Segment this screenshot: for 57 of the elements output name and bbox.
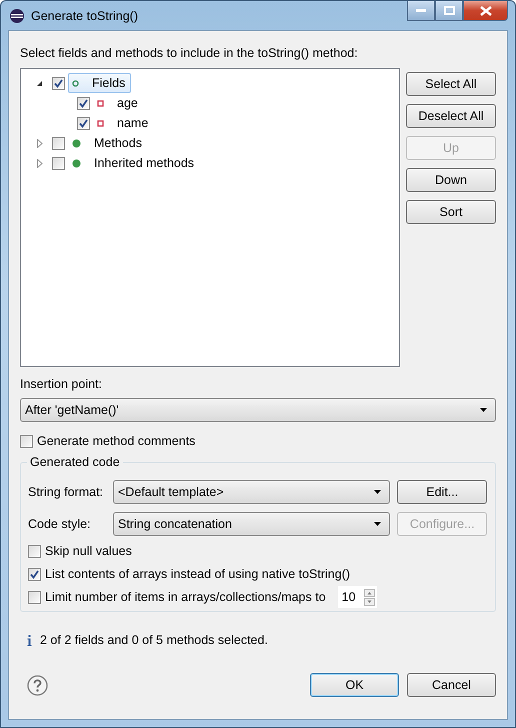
checkbox-label: Skip null values	[45, 544, 132, 558]
tree-item[interactable]: Inherited methods	[68, 153, 200, 173]
dropdown[interactable]: String concatenation	[113, 512, 390, 536]
checkbox-label: Generate method comments	[37, 434, 196, 448]
checkbox[interactable]	[52, 76, 65, 90]
tree-item[interactable]: Methods	[68, 133, 148, 153]
close-icon	[480, 6, 492, 16]
checkbox[interactable]	[28, 568, 41, 580]
maximize-icon	[444, 6, 454, 15]
field-label: String format:	[28, 485, 104, 499]
side-button[interactable]: Select All	[406, 72, 496, 96]
caret-icon	[480, 408, 487, 412]
tree-item[interactable]: Fields	[68, 73, 132, 93]
group-title: Generated code	[27, 455, 123, 469]
checkbox[interactable]	[20, 434, 33, 448]
checkbox[interactable]	[77, 116, 90, 130]
field-label: Code style:	[28, 517, 92, 531]
expand-icon[interactable]	[36, 138, 42, 148]
status-message: 2 of 2 fields and 0 of 5 methods selected.	[40, 633, 268, 647]
info-icon	[27, 634, 32, 646]
instruction-label: Select fields and methods to include in the toString() method:	[20, 46, 359, 62]
dialog-button[interactable]: Cancel	[407, 673, 496, 697]
collapse-icon[interactable]	[36, 80, 43, 86]
number-spinner[interactable]: 10	[338, 586, 377, 608]
checkbox[interactable]	[52, 136, 65, 150]
checkbox[interactable]	[28, 590, 41, 604]
checkbox[interactable]	[77, 96, 90, 110]
checkbox[interactable]	[28, 544, 41, 558]
method-icon	[72, 158, 81, 168]
dialog-button[interactable]: OK	[310, 673, 399, 697]
member-tree[interactable]: Fields age name Methods Inherited methods	[20, 68, 400, 367]
checkbox[interactable]	[52, 156, 65, 170]
minimize-icon	[416, 8, 426, 12]
tree-item[interactable]: age	[93, 93, 144, 113]
insertion-point-dropdown[interactable]: After 'getName()'	[20, 398, 496, 422]
caret-icon	[374, 522, 382, 526]
dropdown[interactable]: <Default template>	[113, 480, 390, 504]
caret-icon	[374, 490, 382, 494]
tree-item[interactable]: name	[93, 113, 154, 133]
field-icon	[97, 100, 104, 106]
help-icon[interactable]	[27, 674, 48, 696]
side-button[interactable]: Sort	[406, 200, 496, 224]
window-title: Generate toString()	[31, 8, 138, 22]
side-button[interactable]: Deselect All	[406, 104, 496, 128]
checkbox-label: List contents of arrays instead of using native toString()	[45, 567, 350, 581]
circle-icon	[72, 80, 79, 86]
expand-icon[interactable]	[36, 158, 42, 168]
minimize-button[interactable]	[407, 1, 435, 21]
maximize-button[interactable]	[435, 1, 463, 21]
insertion-point-label: Insertion point:	[20, 377, 103, 393]
group-button[interactable]: Edit...	[397, 480, 487, 504]
field-icon	[97, 120, 104, 126]
checkbox-label: Limit number of items in arrays/collections/maps to	[45, 590, 326, 604]
eclipse-icon	[9, 8, 25, 24]
close-button[interactable]	[463, 1, 508, 21]
side-button[interactable]: Down	[406, 168, 496, 192]
method-icon	[72, 138, 81, 148]
